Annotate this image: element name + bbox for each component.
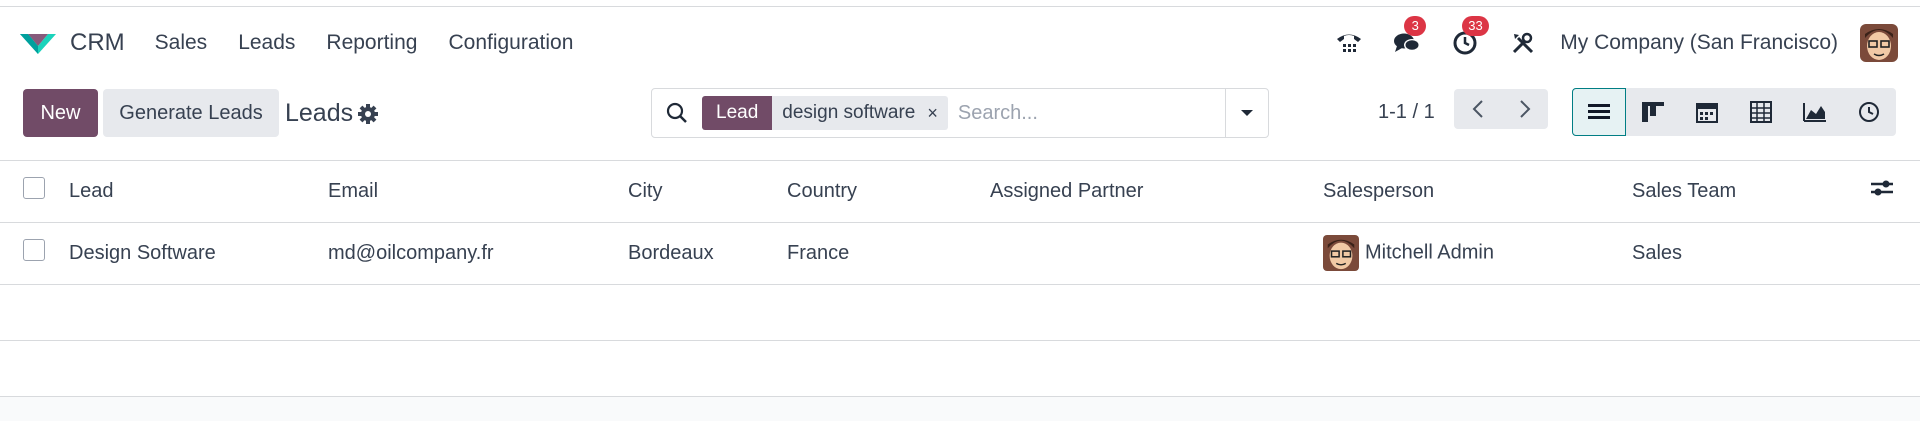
column-settings-icon[interactable] — [1870, 178, 1894, 204]
crm-logo-icon[interactable] — [18, 28, 58, 58]
list-view-icon[interactable] — [1572, 88, 1626, 136]
menu-sales[interactable]: Sales — [155, 31, 208, 55]
empty-row-cell — [0, 340, 1920, 397]
generate-leads-button[interactable]: Generate Leads — [103, 89, 279, 137]
column-header-email[interactable]: Email — [328, 161, 628, 223]
cell-assigned-partner[interactable] — [990, 222, 1323, 285]
search-facet: design software × — [772, 96, 948, 130]
menu-leads[interactable]: Leads — [238, 31, 295, 55]
cell-lead[interactable]: Design Software — [69, 222, 328, 285]
pager-buttons — [1454, 89, 1548, 129]
search-icon[interactable] — [652, 89, 702, 137]
cell-sales-team[interactable]: Sales — [1632, 222, 1870, 285]
cell-salesperson[interactable]: Mitchell Admin — [1323, 222, 1632, 285]
control-panel: New Generate Leads Leads Lead design sof… — [0, 79, 1920, 161]
pager-value[interactable]: 1-1 / 1 — [1378, 101, 1435, 124]
column-header-country[interactable]: Country — [787, 161, 990, 223]
menu-configuration[interactable]: Configuration — [448, 31, 573, 55]
search-options-toggle[interactable] — [1225, 89, 1268, 137]
search-input[interactable] — [947, 93, 1225, 133]
chevron-left-icon[interactable] — [1454, 89, 1501, 129]
activity-view-icon[interactable] — [1842, 88, 1896, 136]
cell-email[interactable]: md@oilcompany.fr — [328, 222, 628, 285]
column-header-sales-team[interactable]: Sales Team — [1632, 161, 1870, 223]
select-all-checkbox[interactable] — [23, 177, 45, 200]
pivot-view-icon[interactable] — [1734, 88, 1788, 136]
search-facet-category: Lead — [702, 96, 773, 130]
activities-badge: 33 — [1462, 16, 1489, 36]
new-button[interactable]: New — [23, 89, 98, 137]
cell-city[interactable]: Bordeaux — [628, 222, 787, 285]
column-header-assigned-partner[interactable]: Assigned Partner — [990, 161, 1323, 223]
salesperson-name: Mitchell Admin — [1365, 241, 1494, 264]
graph-view-icon[interactable] — [1788, 88, 1842, 136]
chevron-right-icon[interactable] — [1501, 89, 1548, 129]
cell-empty — [1870, 222, 1920, 285]
facet-remove-icon[interactable]: × — [927, 96, 938, 130]
empty-row-cell — [0, 284, 1920, 341]
salesperson-avatar — [1323, 235, 1359, 271]
column-header-salesperson[interactable]: Salesperson — [1323, 161, 1632, 223]
select-all-cell — [0, 161, 69, 223]
search-bar: Lead design software × — [651, 88, 1269, 138]
empty-row — [0, 284, 1920, 341]
kanban-view-icon[interactable] — [1626, 88, 1680, 136]
search-facet-value: design software — [782, 102, 916, 123]
column-header-lead[interactable]: Lead — [69, 161, 328, 223]
gear-icon[interactable] — [357, 103, 379, 125]
calendar-view-icon[interactable] — [1680, 88, 1734, 136]
table-header-row: Lead Email City Country Assigned Partner… — [0, 161, 1920, 223]
page-title: Leads — [285, 99, 354, 127]
table-row[interactable]: Design Software md@oilcompany.fr Bordeau… — [0, 222, 1920, 285]
top-navbar: CRM Sales Leads Reporting Configuration … — [0, 7, 1920, 79]
view-switcher — [1572, 88, 1896, 136]
phone-icon[interactable] — [1334, 28, 1364, 58]
tools-icon[interactable] — [1508, 28, 1538, 58]
messages-badge: 3 — [1404, 16, 1427, 36]
top-border — [0, 0, 1920, 7]
menu-reporting[interactable]: Reporting — [326, 31, 417, 55]
row-checkbox[interactable] — [23, 239, 45, 261]
app-name[interactable]: CRM — [70, 29, 125, 57]
messages-icon[interactable]: 3 — [1392, 16, 1427, 58]
user-avatar[interactable] — [1860, 24, 1898, 62]
company-switcher[interactable]: My Company (San Francisco) — [1560, 31, 1838, 55]
leads-table: Lead Email City Country Assigned Partner… — [0, 161, 1920, 397]
activities-clock-icon[interactable]: 33 — [1450, 16, 1489, 58]
empty-row — [0, 340, 1920, 397]
optional-columns-cell — [1870, 161, 1920, 223]
column-header-city[interactable]: City — [628, 161, 787, 223]
row-select-cell — [0, 222, 69, 285]
cell-country[interactable]: France — [787, 222, 990, 285]
navbar-right: 3 33 My Company (San Francisco) — [1306, 7, 1898, 79]
